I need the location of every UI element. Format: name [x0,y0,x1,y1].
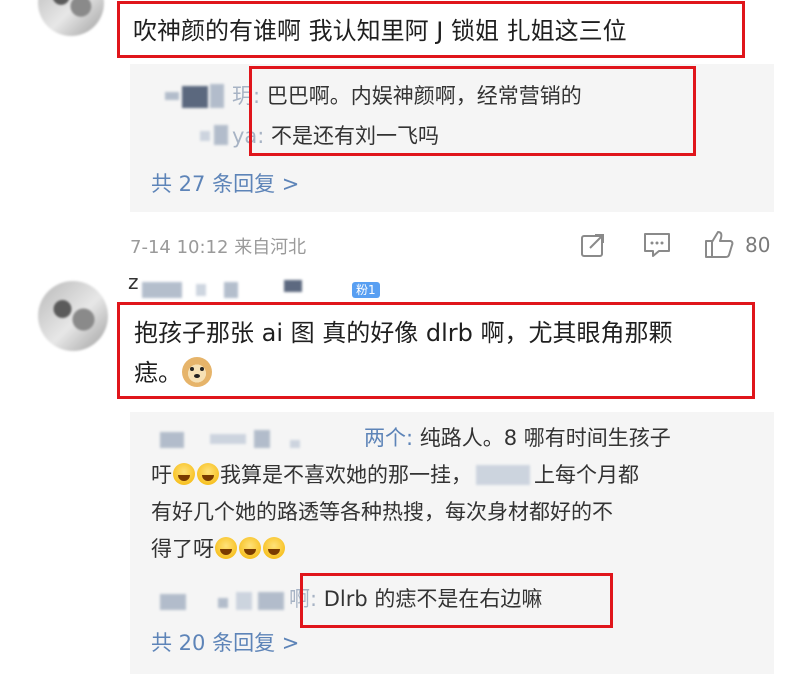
redacted-username [182,86,208,108]
reply-text: 得了呀 [151,537,214,561]
reply-text: 纯路人。8 哪有时间生孩子 [413,426,671,450]
view-more-replies[interactable]: 共 20 条回复 > [151,627,299,657]
like-count: 80 [745,233,771,257]
redacted-username [236,592,252,610]
reply-line: 吁 我算是不喜欢她的那一挂， 上每个月都 [151,459,639,491]
redacted-username [160,594,186,610]
comment-author[interactable]: z [128,270,139,294]
date: 7-14 10:12 [130,237,229,258]
highlight-box [117,1,745,58]
redacted-username [224,282,238,298]
reply-author[interactable]: 两个: [364,426,413,450]
laughing-emoji-icon [239,537,261,559]
view-more-replies[interactable]: 共 27 条回复 > [151,168,299,198]
laughing-emoji-icon [215,537,237,559]
thumbs-up-icon[interactable] [703,229,735,259]
highlight-box [117,302,755,399]
share-icon[interactable] [580,232,606,258]
redacted-username [258,592,284,610]
redacted-username [210,434,246,444]
laughing-emoji-icon [197,463,219,485]
redacted-username [290,440,300,448]
redacted-username [284,280,302,292]
laughing-emoji-icon [263,537,285,559]
redacted-username [142,282,182,298]
redacted-username [214,125,228,145]
highlight-box [249,66,696,156]
redacted-text [476,465,530,485]
reply-line: 有好几个她的路透等各种热搜，每次身材都好的不 [151,500,613,524]
reply-text: 上每个月都 [534,463,639,487]
redacted-username [200,131,210,141]
reply-text: 我算是不喜欢她的那一挂， [220,463,472,487]
redacted-username [165,92,179,100]
reply-line: 得了呀 [151,533,286,565]
laughing-emoji-icon [173,463,195,485]
reply-line: 两个: 纯路人。8 哪有时间生孩子 [364,422,671,454]
fan-badge: 粉1 [352,282,380,298]
timestamp: 7-14 10:12 来自河北 [130,233,306,259]
avatar[interactable] [38,0,104,36]
redacted-username [160,432,184,448]
redacted-username [210,84,224,108]
avatar[interactable] [38,281,108,351]
location: 来自河北 [234,237,307,258]
highlight-box [300,573,613,628]
redacted-username [218,598,228,608]
reply-text: 吁 [151,463,172,487]
redacted-username [196,284,206,296]
comment-icon[interactable] [642,231,672,259]
redacted-username [254,430,270,448]
